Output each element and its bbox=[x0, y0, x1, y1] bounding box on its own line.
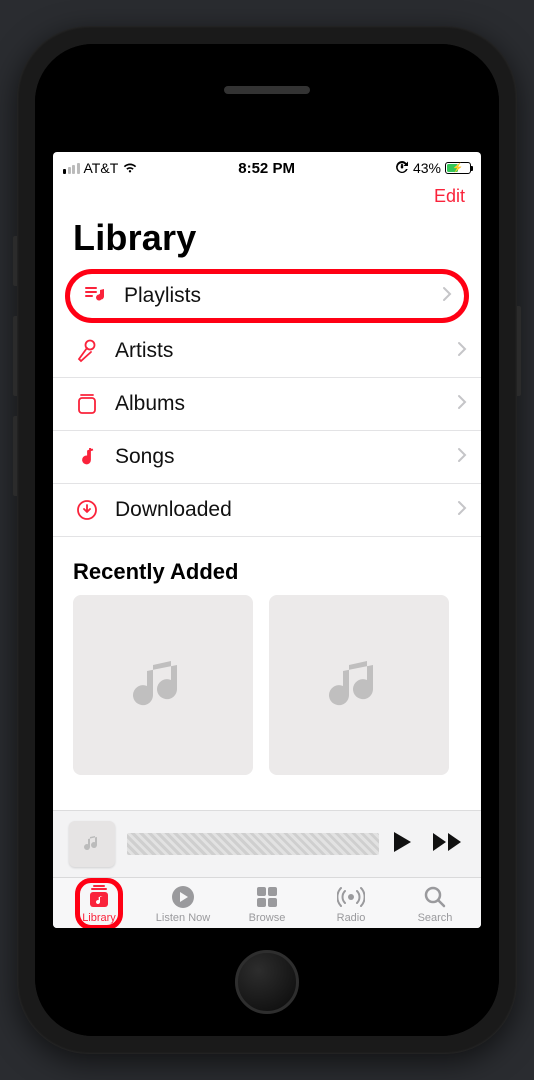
fast-forward-button[interactable] bbox=[431, 831, 465, 858]
row-label: Downloaded bbox=[115, 498, 457, 522]
chevron-right-icon bbox=[457, 447, 467, 468]
music-placeholder-icon bbox=[123, 645, 203, 725]
row-artists[interactable]: Artists bbox=[53, 325, 481, 378]
album-tile[interactable] bbox=[269, 595, 449, 775]
radio-icon bbox=[337, 884, 365, 910]
tab-label: Radio bbox=[337, 912, 366, 924]
tab-label: Browse bbox=[249, 912, 286, 924]
phone-frame: AT&T 8:52 PM 43% ⚡ bbox=[17, 26, 517, 1054]
album-icon bbox=[73, 392, 101, 416]
phone-bottom-bezel bbox=[35, 928, 499, 1036]
grid-icon bbox=[255, 884, 279, 910]
music-placeholder-icon bbox=[319, 645, 399, 725]
now-playing-artwork bbox=[69, 821, 115, 867]
mic-icon bbox=[73, 339, 101, 363]
row-label: Artists bbox=[115, 339, 457, 363]
signal-icon bbox=[63, 163, 80, 174]
download-icon bbox=[73, 498, 101, 522]
nav-header: Edit bbox=[53, 178, 481, 207]
chevron-right-icon bbox=[457, 394, 467, 415]
clock: 8:52 PM bbox=[238, 160, 295, 177]
battery-icon: ⚡ bbox=[445, 162, 471, 174]
row-label: Playlists bbox=[124, 284, 442, 308]
chevron-right-icon bbox=[442, 286, 452, 307]
screen: AT&T 8:52 PM 43% ⚡ bbox=[53, 152, 481, 928]
play-circle-icon bbox=[170, 884, 196, 910]
page-title: Library bbox=[53, 207, 481, 267]
chevron-right-icon bbox=[457, 341, 467, 362]
phone-top-bezel bbox=[35, 44, 499, 152]
tab-bar: Library Listen Now Browse bbox=[53, 877, 481, 928]
home-button[interactable] bbox=[235, 950, 299, 1014]
tab-label: Listen Now bbox=[156, 912, 210, 924]
row-downloaded[interactable]: Downloaded bbox=[53, 484, 481, 537]
search-icon bbox=[423, 884, 447, 910]
note-icon bbox=[73, 445, 101, 469]
recently-added-row bbox=[53, 595, 481, 775]
album-tile[interactable] bbox=[73, 595, 253, 775]
tab-browse[interactable]: Browse bbox=[225, 884, 309, 924]
row-playlists[interactable]: Playlists bbox=[65, 269, 469, 323]
edit-button[interactable]: Edit bbox=[434, 186, 465, 207]
row-label: Songs bbox=[115, 445, 457, 469]
wifi-icon bbox=[122, 162, 138, 174]
tab-library[interactable]: Library bbox=[57, 884, 141, 924]
tab-label: Library bbox=[82, 912, 116, 924]
battery-pct: 43% bbox=[413, 160, 441, 176]
library-icon bbox=[86, 884, 112, 910]
orientation-lock-icon bbox=[395, 160, 409, 177]
play-button[interactable] bbox=[391, 830, 413, 859]
tab-listen-now[interactable]: Listen Now bbox=[141, 884, 225, 924]
tab-label: Search bbox=[418, 912, 453, 924]
now-playing-title-redacted bbox=[127, 833, 379, 855]
row-songs[interactable]: Songs bbox=[53, 431, 481, 484]
playlist-icon bbox=[82, 285, 110, 307]
carrier-label: AT&T bbox=[84, 160, 119, 176]
status-bar: AT&T 8:52 PM 43% ⚡ bbox=[53, 152, 481, 178]
row-albums[interactable]: Albums bbox=[53, 378, 481, 431]
library-list: Playlists Artists bbox=[53, 267, 481, 537]
chevron-right-icon bbox=[457, 500, 467, 521]
recently-added-heading: Recently Added bbox=[53, 537, 481, 595]
now-playing-bar[interactable] bbox=[53, 810, 481, 877]
row-label: Albums bbox=[115, 392, 457, 416]
music-placeholder-icon bbox=[81, 833, 103, 855]
tab-search[interactable]: Search bbox=[393, 884, 477, 924]
tab-radio[interactable]: Radio bbox=[309, 884, 393, 924]
